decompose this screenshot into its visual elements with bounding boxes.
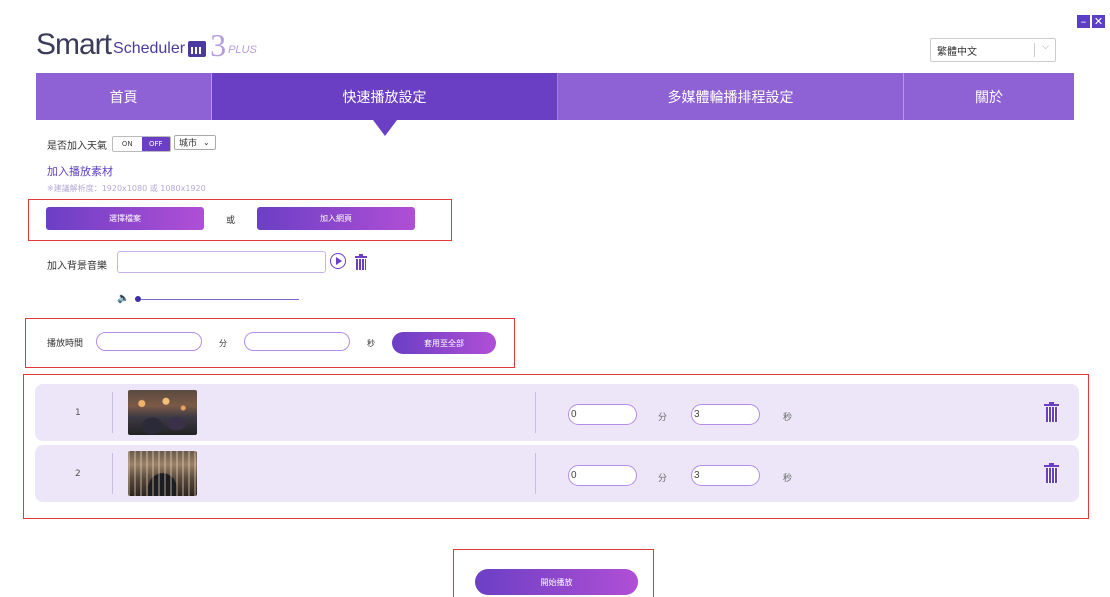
language-value: 繁體中文	[937, 47, 977, 58]
toggle-off[interactable]: OFF	[141, 137, 170, 151]
item-minutes-unit: 分	[658, 474, 668, 484]
media-thumbnail	[128, 390, 197, 435]
duration-label: 播放時間	[47, 339, 84, 349]
volume-icon: 🔈	[117, 293, 130, 304]
logo-plus: PLUS	[228, 44, 257, 56]
divider	[112, 392, 113, 433]
item-minutes-unit: 分	[658, 413, 668, 423]
minutes-unit: 分	[219, 339, 227, 348]
minimize-button[interactable]: –	[1077, 15, 1090, 28]
tab-label: 首頁	[109, 89, 138, 106]
logo-sub: Scheduler	[113, 40, 186, 57]
add-webpage-button[interactable]: 加入網頁	[257, 207, 415, 230]
item-minutes-input[interactable]	[568, 404, 637, 425]
main-nav: 首頁 快速播放設定 多媒體輪播排程設定 關於	[36, 73, 1074, 120]
seconds-unit: 秒	[367, 339, 375, 348]
divider	[535, 392, 536, 433]
close-button[interactable]: ✕	[1092, 15, 1105, 28]
trash-icon[interactable]	[1044, 402, 1059, 422]
volume-slider-knob[interactable]	[135, 296, 141, 302]
music-label: 加入背景音樂	[47, 261, 107, 272]
language-select[interactable]: 繁體中文 ⌵	[930, 38, 1056, 62]
divider	[112, 453, 113, 494]
list-item: 2 分 秒	[35, 445, 1079, 502]
play-circle-icon[interactable]	[330, 253, 346, 269]
calendar-icon	[188, 41, 207, 57]
weather-toggle[interactable]: ON OFF	[112, 136, 171, 152]
item-seconds-input[interactable]	[691, 404, 760, 425]
material-title: 加入播放素材	[47, 165, 113, 178]
city-value: 城市	[179, 139, 198, 149]
item-index: 1	[75, 407, 81, 418]
item-seconds-unit: 秒	[783, 413, 793, 423]
tab-about[interactable]: 關於	[904, 73, 1074, 120]
tab-label: 快速播放設定	[342, 89, 427, 106]
apply-all-button[interactable]: 套用至全部	[392, 332, 496, 354]
or-label: 或	[226, 216, 236, 226]
tab-quick-play[interactable]: 快速播放設定	[212, 73, 558, 120]
seconds-input[interactable]	[244, 332, 350, 351]
select-divider	[1034, 43, 1035, 57]
logo-word: Smart	[36, 28, 112, 61]
app-logo: Smart Scheduler 3 PLUS	[36, 24, 257, 63]
list-item: 1 分 秒	[35, 384, 1079, 441]
music-input[interactable]	[117, 251, 326, 273]
minutes-input[interactable]	[96, 332, 202, 351]
choose-file-button[interactable]: 選擇檔案	[46, 207, 204, 230]
item-index: 2	[75, 468, 81, 479]
item-seconds-input[interactable]	[691, 465, 760, 486]
media-thumbnail	[128, 451, 197, 496]
chevron-down-icon: ⌄	[203, 138, 210, 147]
logo-version: 3	[210, 27, 227, 63]
item-seconds-unit: 秒	[783, 474, 793, 484]
tab-home[interactable]: 首頁	[36, 73, 212, 120]
active-tab-indicator	[373, 120, 397, 136]
divider	[535, 453, 536, 494]
tab-label: 多媒體輪播排程設定	[667, 89, 794, 106]
start-play-button[interactable]: 開始播放	[475, 569, 638, 595]
item-minutes-input[interactable]	[568, 465, 637, 486]
tab-label: 關於	[975, 89, 1003, 106]
trash-icon[interactable]	[1044, 463, 1059, 483]
trash-icon[interactable]	[355, 254, 367, 270]
resolution-hint: ※建議解析度：1920x1080 或 1080x1920	[47, 184, 206, 193]
tab-schedule[interactable]: 多媒體輪播排程設定	[558, 73, 904, 120]
toggle-on[interactable]: ON	[113, 137, 142, 151]
weather-label: 是否加入天氣	[47, 141, 107, 152]
city-select[interactable]: 城市 ⌄	[174, 135, 216, 150]
chevron-down-icon: ⌵	[1042, 42, 1049, 52]
volume-slider-track[interactable]	[141, 299, 299, 300]
